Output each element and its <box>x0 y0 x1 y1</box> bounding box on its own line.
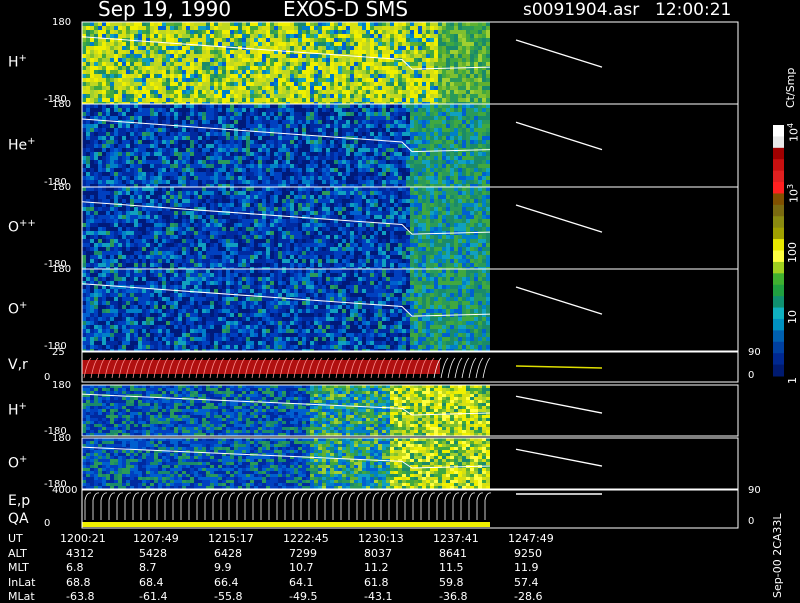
colorbar-tick-1: 1 <box>786 377 799 384</box>
panel-7-label: O+ <box>8 454 27 472</box>
ephem-ut-6: 1237:41 <box>433 532 479 545</box>
panel-4-label-sup: + <box>19 300 27 311</box>
ephem-alt-3: 6428 <box>214 547 242 560</box>
ephem-ut-5: 1230:13 <box>358 532 404 545</box>
ephem-row-label-mlt: MLT <box>8 561 29 574</box>
ephem-mlt-3: 9.9 <box>214 561 232 574</box>
colorbar-unit-label: Ct/Smp <box>784 68 797 108</box>
panel-2-ymax: 180 <box>52 99 71 110</box>
panel-8-label: E,p <box>8 493 30 509</box>
colorbar-tick-4-sup: 3 <box>786 183 795 188</box>
panel-8-right-bottom: 0 <box>748 516 754 527</box>
colorbar-tick-5-sup: 4 <box>786 123 795 128</box>
ephem-mlt-5: 11.2 <box>364 561 389 574</box>
colorbar-tick-2: 10 <box>786 310 799 324</box>
ephem-alt-2: 5428 <box>139 547 167 560</box>
panel-2-label: He+ <box>8 136 36 154</box>
ep-panel-marks <box>82 493 602 527</box>
ephem-mlt-4: 10.7 <box>289 561 314 574</box>
panel-6-ymax: 180 <box>52 380 71 391</box>
ephem-mlt-1: 6.8 <box>66 561 84 574</box>
ephem-mlat-7: -28.6 <box>514 590 542 603</box>
ephem-row-label-inlat: InLat <box>8 576 35 589</box>
panel-5-label: V,r <box>8 357 28 373</box>
panel-7-spectrogram <box>82 438 602 489</box>
ephem-alt-1: 4312 <box>66 547 94 560</box>
ephem-mlat-6: -36.8 <box>439 590 467 603</box>
panel-1-label-sup: + <box>19 53 27 64</box>
ephem-mlt-6: 11.5 <box>439 561 464 574</box>
panel-8-right-top: 90 <box>748 485 761 496</box>
panel-3-label: O++ <box>8 218 36 236</box>
colorbar-tick-3: 100 <box>786 242 799 263</box>
panel-2-spectrogram <box>82 104 602 187</box>
panel-3-spectrogram <box>82 187 602 269</box>
panel-1-ymax: 180 <box>52 17 71 28</box>
ephem-inlat-1: 68.8 <box>66 576 91 589</box>
panel-5-right-top: 90 <box>748 347 761 358</box>
ephem-ut-2: 1207:49 <box>133 532 179 545</box>
ephem-alt-7: 9250 <box>514 547 542 560</box>
ephem-mlat-5: -43.1 <box>364 590 392 603</box>
panel-6-spectrogram <box>82 385 602 436</box>
panel-5-right-bottom: 0 <box>748 370 754 381</box>
ephem-inlat-6: 59.8 <box>439 576 464 589</box>
ephem-mlat-3: -55.8 <box>214 590 242 603</box>
ephem-mlat-1: -63.8 <box>66 590 94 603</box>
ephem-inlat-2: 68.4 <box>139 576 164 589</box>
panel-2-label-sup: + <box>27 136 35 147</box>
footer-rotated-label: Sep-00 2CA33L <box>771 513 784 598</box>
panel-3-label-sup: ++ <box>19 218 36 229</box>
panel-4-ymax: 180 <box>52 264 71 275</box>
colorbar-tick-5: 104 <box>786 123 800 142</box>
panel-1-spectrogram <box>82 22 602 104</box>
ephem-mlt-2: 8.7 <box>139 561 157 574</box>
panel-4-label: O+ <box>8 300 27 318</box>
panel-6-label-sup: + <box>19 401 27 412</box>
ephem-inlat-5: 61.8 <box>364 576 389 589</box>
panel-5-ymin: 0 <box>44 372 50 383</box>
panel-5-ymax: 25 <box>52 347 65 358</box>
ephem-alt-5: 8037 <box>364 547 392 560</box>
panel-7-ymax: 180 <box>52 433 71 444</box>
spectrogram-plot <box>0 0 800 600</box>
ephem-alt-4: 7299 <box>289 547 317 560</box>
ephem-mlat-2: -61.4 <box>139 590 167 603</box>
ephem-inlat-7: 57.4 <box>514 576 539 589</box>
panel-8-ymax: 4000 <box>52 485 77 496</box>
colorbar <box>773 125 784 377</box>
panel-8-label2: QA <box>8 511 29 527</box>
colorbar-tick-4: 103 <box>786 183 800 202</box>
ephem-ut-7: 1247:49 <box>508 532 554 545</box>
ephem-inlat-3: 66.4 <box>214 576 239 589</box>
panel-4-spectrogram <box>82 269 602 351</box>
panel-3-ymax: 180 <box>52 182 71 193</box>
panel-7-label-sup: + <box>19 454 27 465</box>
ephem-row-label-ut: UT <box>8 532 23 545</box>
ephem-ut-3: 1215:17 <box>208 532 254 545</box>
ephem-row-label-alt: ALT <box>8 547 27 560</box>
ephem-ut-4: 1222:45 <box>283 532 329 545</box>
ephem-alt-6: 8641 <box>439 547 467 560</box>
panel-6-label: H+ <box>8 401 27 419</box>
panel-1-label: H+ <box>8 53 27 71</box>
panel-8-ymin: 0 <box>44 518 50 529</box>
ephem-inlat-4: 64.1 <box>289 576 314 589</box>
ephem-ut-1: 1200:21 <box>60 532 106 545</box>
ephem-mlt-7: 11.9 <box>514 561 539 574</box>
ephem-row-label-mlat: MLat <box>8 590 35 603</box>
ephem-mlat-4: -49.5 <box>289 590 317 603</box>
vr-panel-marks <box>82 358 602 378</box>
